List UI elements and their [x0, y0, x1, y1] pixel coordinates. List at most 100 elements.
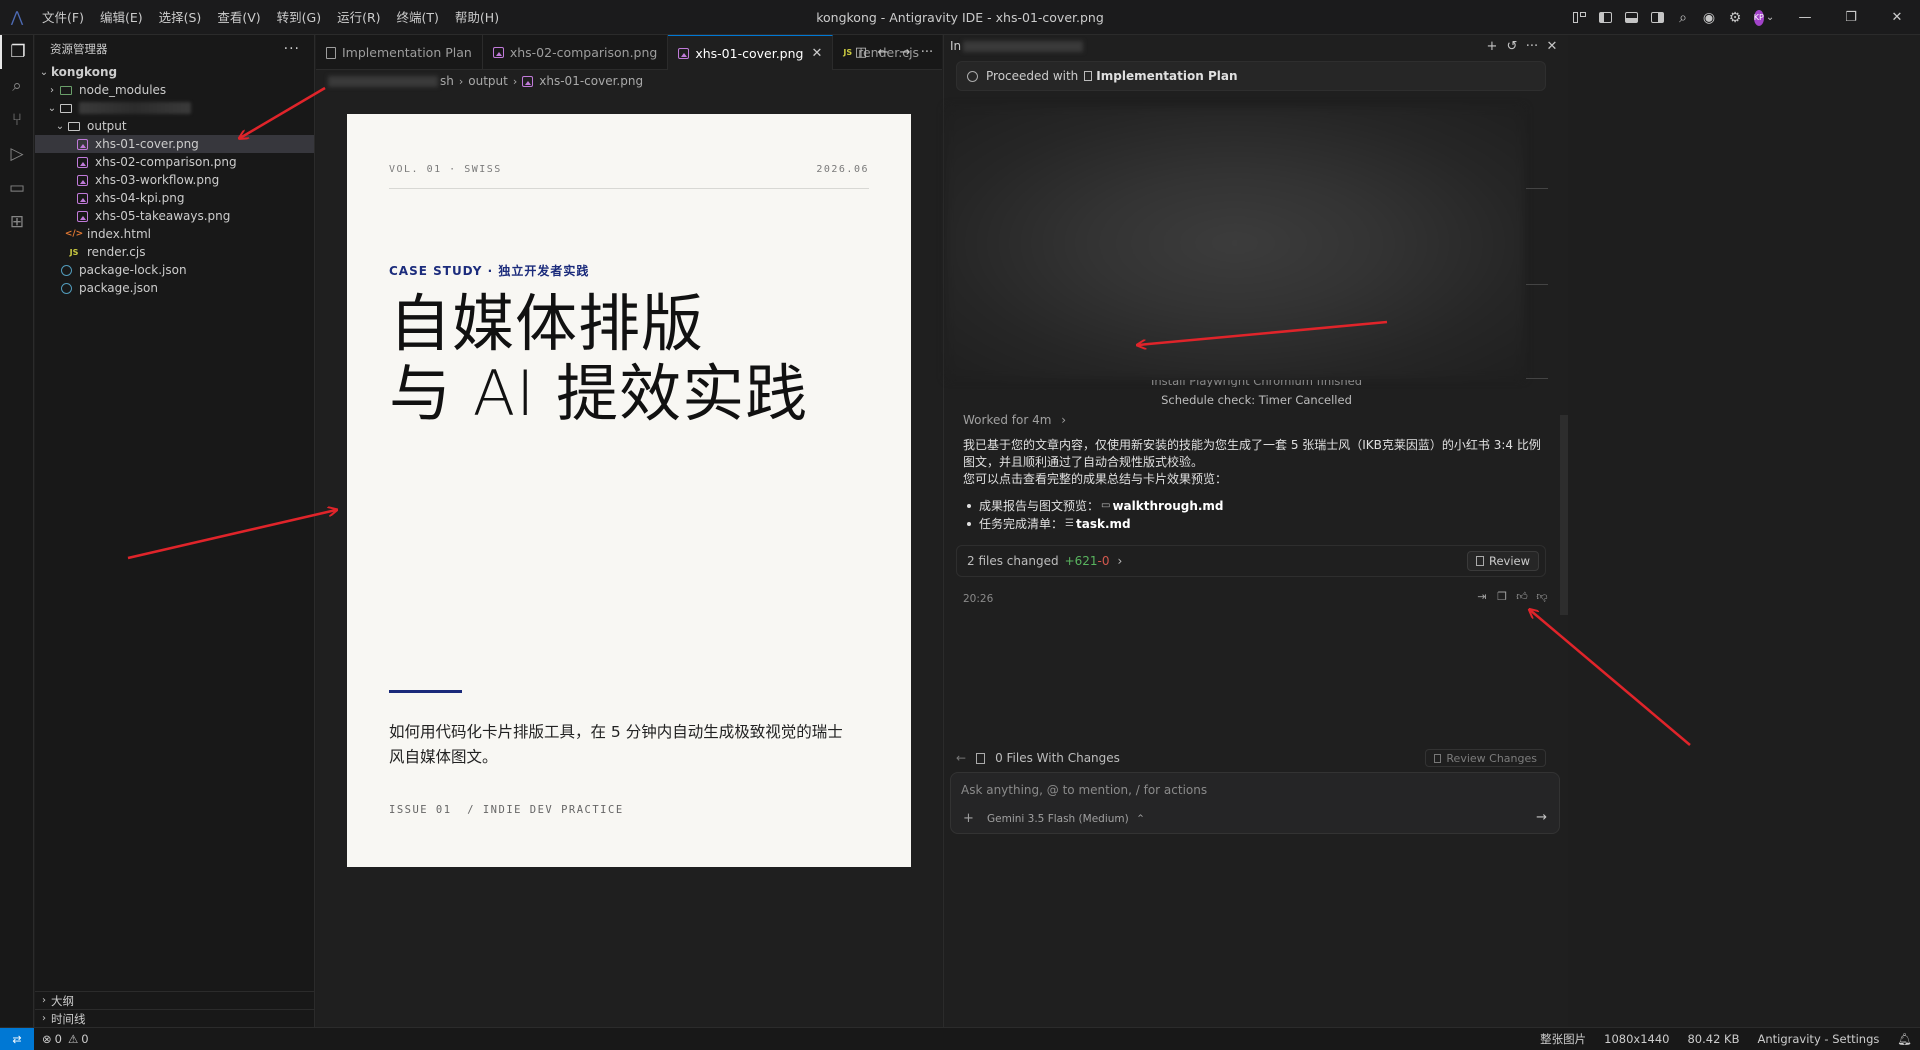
menu-view[interactable]: 查看(V): [209, 0, 268, 35]
tree-item[interactable]: xhs-01-cover.png: [35, 135, 314, 153]
markdown-file-icon: ▭: [1101, 500, 1111, 511]
tab-xhs-01-cover[interactable]: xhs-01-cover.png ✕: [668, 35, 834, 70]
more-actions-icon[interactable]: ···: [284, 41, 300, 57]
app-logo-icon[interactable]: ⋀: [0, 0, 34, 35]
chat-input[interactable]: [961, 783, 1521, 797]
export-icon[interactable]: ⇥: [1472, 590, 1492, 603]
tab-xhs-02-comparison[interactable]: xhs-02-comparison.png: [483, 35, 669, 70]
menu-terminal[interactable]: 终端(T): [389, 0, 447, 35]
close-window-button[interactable]: ✕: [1874, 0, 1920, 35]
minimize-button[interactable]: —: [1782, 0, 1828, 35]
image-dimensions: 1080x1440: [1604, 1032, 1670, 1046]
copy-icon[interactable]: ❐: [1492, 590, 1512, 603]
tree-item[interactable]: package.json: [35, 279, 314, 297]
tree-root-folder[interactable]: ⌄ kongkong: [35, 63, 314, 81]
arrow-left-icon[interactable]: ←: [956, 751, 966, 765]
files-changed-card[interactable]: 2 files changed +621 -0 › Review: [956, 545, 1546, 577]
review-changes-button[interactable]: Review Changes: [1425, 749, 1546, 767]
tree-item[interactable]: xhs-04-kpi.png: [35, 189, 314, 207]
source-control-icon[interactable]: ⑂: [0, 103, 34, 137]
message-paragraph: 我已基于您的文章内容，仅使用新安装的技能为您生成了一套 5 张瑞士风（IKB克莱…: [963, 438, 1541, 469]
image-view-mode[interactable]: 整张图片: [1540, 1031, 1586, 1047]
close-icon[interactable]: ✕: [1542, 39, 1562, 54]
split-editor-icon[interactable]: ◫: [850, 45, 872, 60]
tree-item[interactable]: › node_modules: [35, 81, 314, 99]
run-debug-icon[interactable]: ▷: [0, 137, 34, 171]
bell-icon[interactable]: 🔔︎: [1897, 1032, 1912, 1046]
review-button[interactable]: Review: [1466, 551, 1539, 571]
toggle-secondary-sidebar-icon[interactable]: [1645, 6, 1669, 30]
tree-item[interactable]: xhs-03-workflow.png: [35, 171, 314, 189]
tree-item[interactable]: JS render.cjs: [35, 243, 314, 261]
breadcrumb-item[interactable]: xhs-01-cover.png: [539, 74, 643, 88]
title-bar: ⋀ 文件(F) 编辑(E) 选择(S) 查看(V) 转到(G) 运行(R) 终端…: [0, 0, 1920, 35]
tree-item[interactable]: </> index.html: [35, 225, 314, 243]
more-actions-icon[interactable]: ···: [1522, 39, 1542, 54]
search-icon[interactable]: ⌕: [1671, 6, 1695, 30]
document-icon: [1084, 71, 1093, 81]
thumbs-up-icon[interactable]: 👍︎: [1512, 590, 1532, 603]
menu-file[interactable]: 文件(F): [34, 0, 92, 35]
tab-label: Implementation Plan: [342, 45, 472, 60]
gear-icon[interactable]: ⚙: [1723, 6, 1747, 30]
tab-implementation-plan[interactable]: Implementation Plan: [316, 35, 483, 70]
agent-message: 我已基于您的文章内容，仅使用新安装的技能为您生成了一套 5 张瑞士风（IKB克莱…: [963, 437, 1543, 488]
toggle-panel-icon[interactable]: [1619, 6, 1643, 30]
tree-item[interactable]: ⌄: [35, 99, 314, 117]
activity-bar: ❐ ⌕ ⑂ ▷ ▭ ⊞: [0, 35, 34, 1027]
menu-go[interactable]: 转到(G): [269, 0, 329, 35]
extensions-icon[interactable]: ⊞: [0, 205, 34, 239]
tree-item[interactable]: xhs-02-comparison.png: [35, 153, 314, 171]
menu-help[interactable]: 帮助(H): [447, 0, 507, 35]
timeline-section[interactable]: › 时间线: [35, 1009, 315, 1027]
history-icon[interactable]: ↺: [1502, 39, 1522, 54]
divider: [1526, 284, 1548, 285]
html-file-icon: </>: [64, 229, 84, 239]
document-icon: [326, 46, 336, 59]
restore-button[interactable]: ❐: [1828, 0, 1874, 35]
toggle-primary-sidebar-icon[interactable]: [1593, 6, 1617, 30]
proceeded-link[interactable]: Implementation Plan: [1096, 69, 1237, 83]
thumbs-down-icon[interactable]: 👎︎: [1532, 590, 1552, 603]
proceeded-with-banner[interactable]: Proceeded with Implementation Plan: [956, 61, 1546, 91]
more-actions-icon[interactable]: ···: [916, 45, 938, 60]
tree-item[interactable]: ⌄ output: [35, 117, 314, 135]
scrollbar[interactable]: [1560, 415, 1568, 615]
account-menu[interactable]: KP ⌄: [1749, 6, 1774, 30]
list-item: 成果报告与图文预览： ▭ walkthrough.md: [963, 497, 1224, 515]
problems-indicator[interactable]: ⊗ 0 ⚠ 0: [42, 1032, 89, 1046]
walkthrough-link[interactable]: walkthrough.md: [1112, 497, 1223, 515]
card-title: 自媒体排版 与 AI 提效实践: [389, 289, 808, 429]
chrome-icon[interactable]: ◉: [1697, 6, 1721, 30]
agent-conversation-title[interactable]: In: [950, 39, 961, 53]
avatar: KP: [1753, 9, 1764, 26]
menu-run[interactable]: 运行(R): [329, 0, 388, 35]
warning-count: 0: [81, 1032, 89, 1046]
menu-bar: 文件(F) 编辑(E) 选择(S) 查看(V) 转到(G) 运行(R) 终端(T…: [34, 0, 507, 35]
breadcrumb-item[interactable]: sh: [440, 74, 454, 88]
review-label: Review: [1488, 554, 1530, 568]
go-back-icon[interactable]: ←: [872, 45, 894, 60]
remote-indicator-icon[interactable]: ⇄: [0, 1028, 34, 1050]
settings-link[interactable]: Antigravity - Settings: [1758, 1032, 1880, 1046]
menu-selection[interactable]: 选择(S): [151, 0, 210, 35]
go-forward-icon[interactable]: →: [894, 45, 916, 60]
menu-edit[interactable]: 编辑(E): [92, 0, 151, 35]
search-view-icon[interactable]: ⌕: [0, 69, 34, 103]
add-context-icon[interactable]: +: [963, 811, 974, 826]
close-icon[interactable]: ✕: [811, 46, 822, 61]
explorer-icon[interactable]: ❐: [0, 35, 34, 69]
worked-for-toggle[interactable]: Worked for 4m ›: [963, 413, 1066, 427]
task-link[interactable]: task.md: [1076, 515, 1131, 533]
send-icon[interactable]: →: [1536, 810, 1547, 825]
new-conversation-icon[interactable]: +: [1482, 39, 1502, 54]
outline-section[interactable]: › 大纲: [35, 991, 315, 1009]
customize-layout-icon[interactable]: [1567, 6, 1591, 30]
tree-item[interactable]: package-lock.json: [35, 261, 314, 279]
tree-item[interactable]: xhs-05-takeaways.png: [35, 207, 314, 225]
breadcrumb-item[interactable]: output: [468, 74, 508, 88]
chevron-right-icon: ›: [458, 74, 464, 88]
model-selector[interactable]: Gemini 3.5 Flash (Medium) ⌃: [987, 813, 1145, 825]
remote-explorer-icon[interactable]: ▭: [0, 171, 34, 205]
sidebar-header: 资源管理器 ···: [35, 35, 314, 63]
